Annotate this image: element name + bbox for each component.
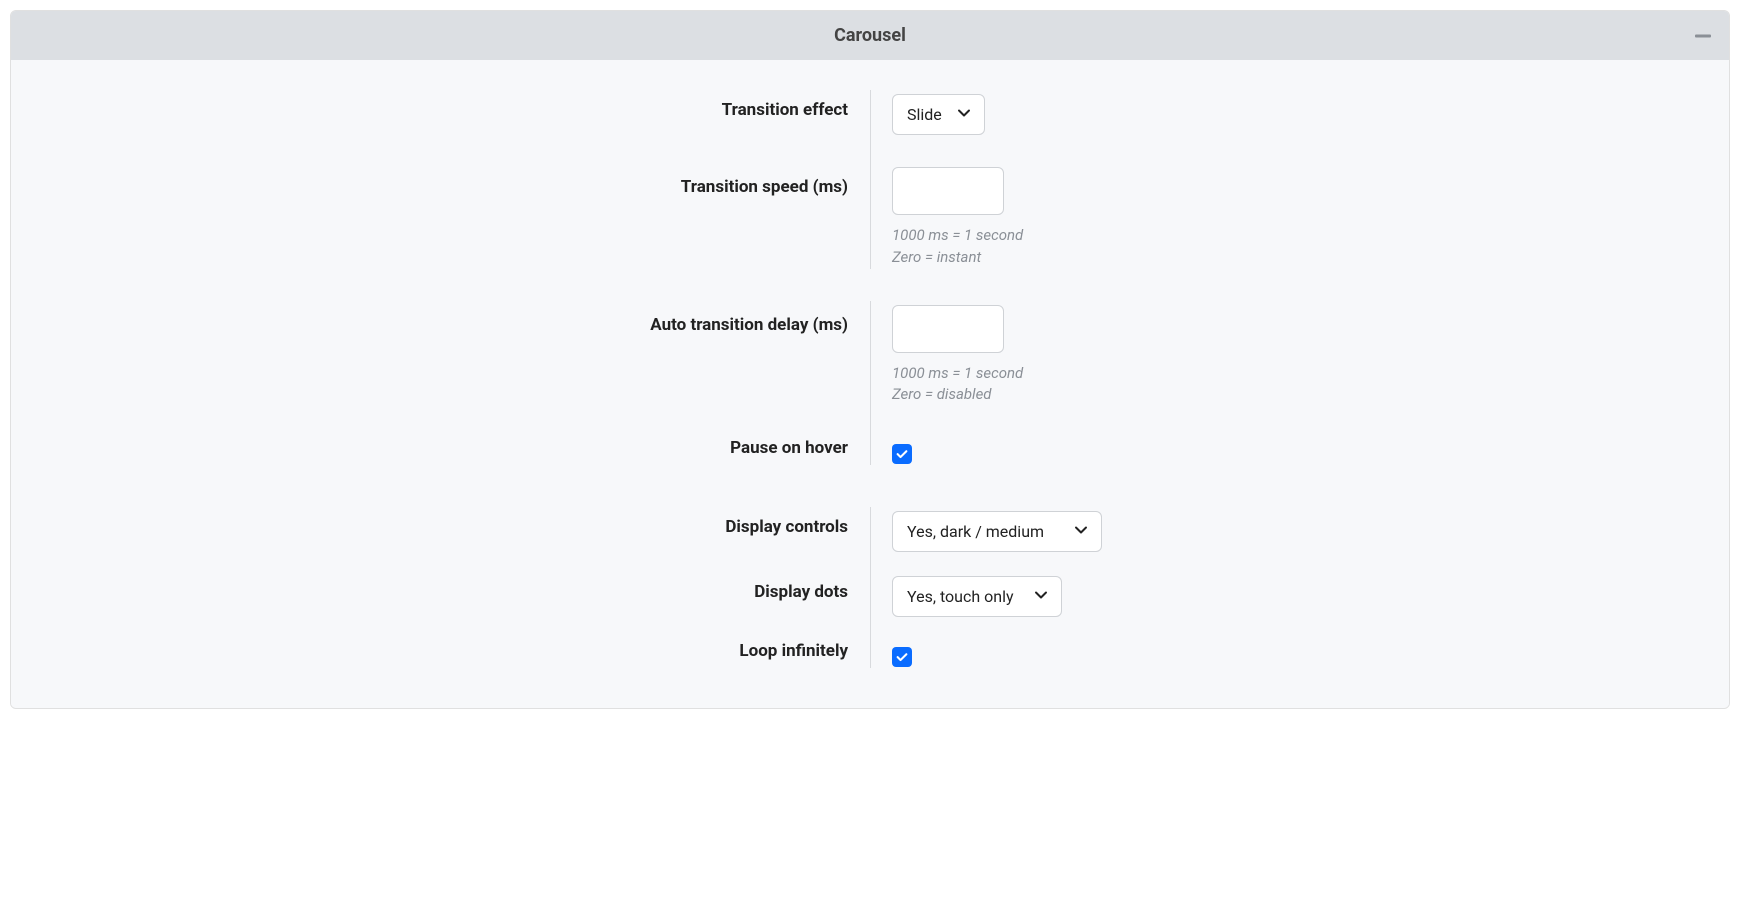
row-display-controls: Display controls Yes, dark / medium	[31, 507, 1709, 552]
auto-transition-delay-input[interactable]	[892, 305, 1004, 353]
label-pause-on-hover: Pause on hover	[31, 434, 870, 458]
label-loop-infinitely: Loop infinitely	[31, 637, 870, 661]
pause-on-hover-checkbox[interactable]	[892, 444, 912, 464]
row-auto-transition-delay: Auto transition delay (ms) 1000 ms = 1 s…	[31, 301, 1709, 407]
display-dots-value: Yes, touch only	[907, 587, 1014, 606]
label-display-controls: Display controls	[31, 507, 870, 537]
chevron-down-icon	[956, 105, 972, 125]
transition-speed-help: 1000 ms = 1 second Zero = instant	[892, 225, 1709, 269]
display-controls-value: Yes, dark / medium	[907, 522, 1044, 541]
label-display-dots: Display dots	[31, 572, 870, 602]
loop-infinitely-checkbox[interactable]	[892, 647, 912, 667]
chevron-down-icon	[1033, 587, 1049, 607]
carousel-settings-panel: Carousel Transition effect Slide Transit…	[10, 10, 1730, 709]
row-pause-on-hover: Pause on hover	[31, 434, 1709, 465]
panel-title: Carousel	[834, 25, 906, 46]
settings-group-display: Display controls Yes, dark / medium Disp…	[31, 507, 1709, 668]
display-controls-select[interactable]: Yes, dark / medium	[892, 511, 1102, 552]
display-dots-select[interactable]: Yes, touch only	[892, 576, 1062, 617]
panel-body: Transition effect Slide Transition speed…	[11, 60, 1729, 708]
label-auto-transition-delay: Auto transition delay (ms)	[31, 301, 870, 335]
row-loop-infinitely: Loop infinitely	[31, 637, 1709, 668]
transition-speed-input[interactable]	[892, 167, 1004, 215]
transition-effect-value: Slide	[907, 105, 942, 124]
row-transition-speed: Transition speed (ms) 1000 ms = 1 second…	[31, 163, 1709, 269]
label-transition-speed: Transition speed (ms)	[31, 163, 870, 197]
row-transition-effect: Transition effect Slide	[31, 90, 1709, 135]
transition-effect-select[interactable]: Slide	[892, 94, 985, 135]
label-transition-effect: Transition effect	[31, 90, 870, 120]
chevron-down-icon	[1073, 522, 1089, 542]
row-display-dots: Display dots Yes, touch only	[31, 572, 1709, 617]
collapse-icon[interactable]	[1695, 34, 1711, 37]
panel-header: Carousel	[11, 11, 1729, 60]
settings-group-transition: Transition effect Slide Transition speed…	[31, 90, 1709, 269]
auto-transition-delay-help: 1000 ms = 1 second Zero = disabled	[892, 363, 1709, 407]
settings-group-auto: Auto transition delay (ms) 1000 ms = 1 s…	[31, 301, 1709, 466]
